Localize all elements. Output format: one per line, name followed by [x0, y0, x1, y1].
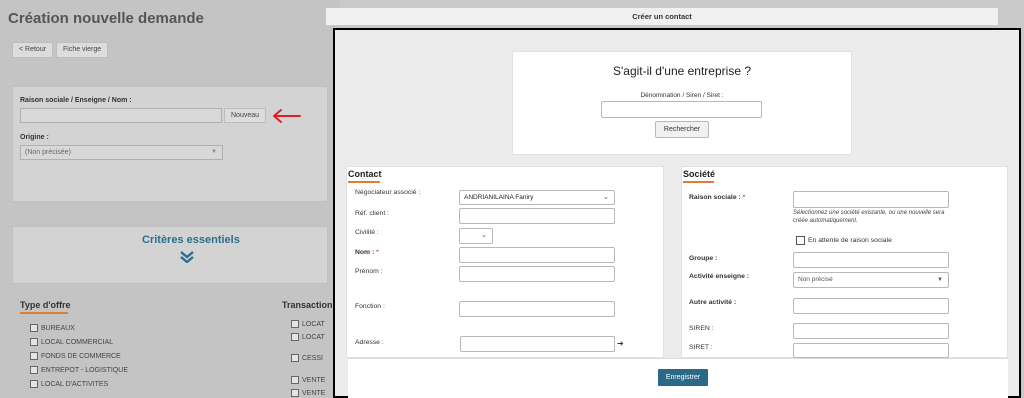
transaction-option[interactable]: VENTE — [291, 388, 325, 398]
raison-sociale-input[interactable] — [20, 108, 222, 123]
checkbox-icon[interactable] — [291, 354, 299, 363]
attente-label: En attente de raison sociale — [808, 237, 892, 244]
checkbox-icon[interactable] — [30, 366, 38, 375]
double-check-icon — [180, 251, 194, 263]
checkbox-icon[interactable] — [30, 324, 38, 333]
ref-client-label: Réf. client : — [355, 210, 389, 217]
origine-label: Origine : — [20, 134, 49, 141]
offer-option-local-commercial[interactable]: LOCAL COMMERCIAL — [30, 337, 113, 349]
contact-underline — [348, 181, 380, 183]
denomination-label: Dénomination / Siren / Siret : — [640, 92, 724, 99]
raison-sociale-label: Raison sociale / Enseigne / Nom : — [20, 97, 132, 104]
groupe-input[interactable] — [793, 252, 949, 268]
fonction-input[interactable] — [459, 301, 615, 317]
autre-activite-label: Autre activité : — [689, 299, 737, 306]
modal-title: Créer un contact — [326, 8, 998, 26]
offer-type-underline — [20, 312, 68, 314]
prenom-input[interactable] — [459, 266, 615, 282]
chevron-down-icon: ▼ — [937, 277, 943, 283]
offer-type-heading: Type d'offre — [20, 300, 71, 310]
origine-value: (Non précisée) — [25, 149, 71, 156]
autre-activite-input[interactable] — [793, 298, 949, 314]
chevron-down-icon: ▼ — [211, 149, 217, 155]
arrow-right-icon[interactable]: ➔ — [617, 339, 624, 348]
chevron-down-icon: ⌄ — [481, 232, 487, 239]
civilite-select[interactable]: ⌄ — [459, 228, 493, 244]
raison-sociale-note: Sélectionnez une société existante, ou u… — [793, 210, 945, 224]
checkbox-icon[interactable] — [30, 338, 38, 347]
page-title: Création nouvelle demande — [8, 10, 204, 27]
attente-checkbox[interactable] — [796, 236, 805, 245]
ref-client-input[interactable] — [459, 208, 615, 224]
back-button[interactable]: < Retour — [12, 42, 54, 58]
activite-label: Activité enseigne : — [689, 273, 750, 280]
contact-heading: Contact — [348, 169, 382, 179]
checkbox-icon[interactable] — [291, 376, 299, 385]
blank-form-button[interactable]: Fiche vierge — [56, 42, 109, 58]
arrow-annotation-icon — [273, 109, 301, 123]
checkbox-icon[interactable] — [291, 389, 299, 398]
prenom-label: Prénom : — [355, 268, 383, 275]
transaction-heading: Transaction — [282, 300, 333, 310]
activite-value: Non précisé — [798, 276, 833, 283]
fonction-label: Fonction : — [355, 303, 385, 310]
nouveau-button[interactable]: Nouveau — [224, 108, 267, 123]
raison-sociale-modal-input[interactable] — [793, 191, 949, 208]
offer-option-fonds-de-commerce[interactable]: FONDS DE COMMERCE — [30, 351, 121, 363]
negociateur-select[interactable]: ANDRIANILAINA Faniry ⌄ — [459, 190, 615, 205]
checkbox-icon[interactable] — [291, 333, 299, 342]
activite-select[interactable]: Non précisé ▼ — [793, 272, 949, 288]
societe-underline — [683, 181, 714, 183]
siren-input[interactable] — [793, 323, 949, 339]
checkbox-icon[interactable] — [30, 380, 38, 389]
civilite-label: Civilité : — [355, 229, 379, 236]
offer-option-entrepot[interactable]: ENTREPOT - LOGISTIQUE — [30, 365, 128, 377]
chevron-down-icon: ⌄ — [603, 194, 609, 201]
siret-label: SIRET : — [689, 344, 713, 351]
checkbox-icon[interactable] — [291, 320, 299, 329]
negociateur-value: ANDRIANILAINA Faniry — [464, 194, 534, 201]
save-button[interactable]: Enregistrer — [658, 369, 708, 386]
siret-input[interactable] — [793, 343, 949, 358]
offer-option-bureaux[interactable]: BUREAUX — [30, 323, 75, 335]
siren-label: SIREN : — [689, 325, 714, 332]
societe-heading: Société — [683, 169, 716, 179]
denomination-input[interactable] — [601, 101, 762, 118]
checkbox-icon[interactable] — [30, 352, 38, 361]
adresse-input[interactable] — [460, 336, 615, 352]
nom-label: Nom : * — [355, 249, 379, 256]
transaction-option[interactable]: LOCAT — [291, 332, 325, 344]
groupe-label: Groupe : — [689, 255, 718, 262]
negociateur-label: Négociateur associé : — [355, 189, 421, 196]
transaction-option[interactable]: CESSI — [291, 353, 323, 365]
search-button[interactable]: Rechercher — [655, 121, 709, 138]
nom-input[interactable] — [459, 247, 615, 263]
raison-sociale-modal-label: Raison sociale : * — [689, 194, 746, 201]
criteria-title: Critères essentiels — [142, 234, 240, 246]
transaction-option[interactable]: LOCAT — [291, 319, 325, 331]
transaction-option[interactable]: VENTE — [291, 375, 325, 387]
adresse-label: Adresse : — [355, 339, 384, 346]
company-question: S'agit-il d'une entreprise ? — [613, 64, 751, 78]
offer-option-local-activites[interactable]: LOCAL D'ACTIVITES — [30, 379, 108, 391]
origine-select[interactable]: (Non précisée) ▼ — [20, 145, 223, 160]
